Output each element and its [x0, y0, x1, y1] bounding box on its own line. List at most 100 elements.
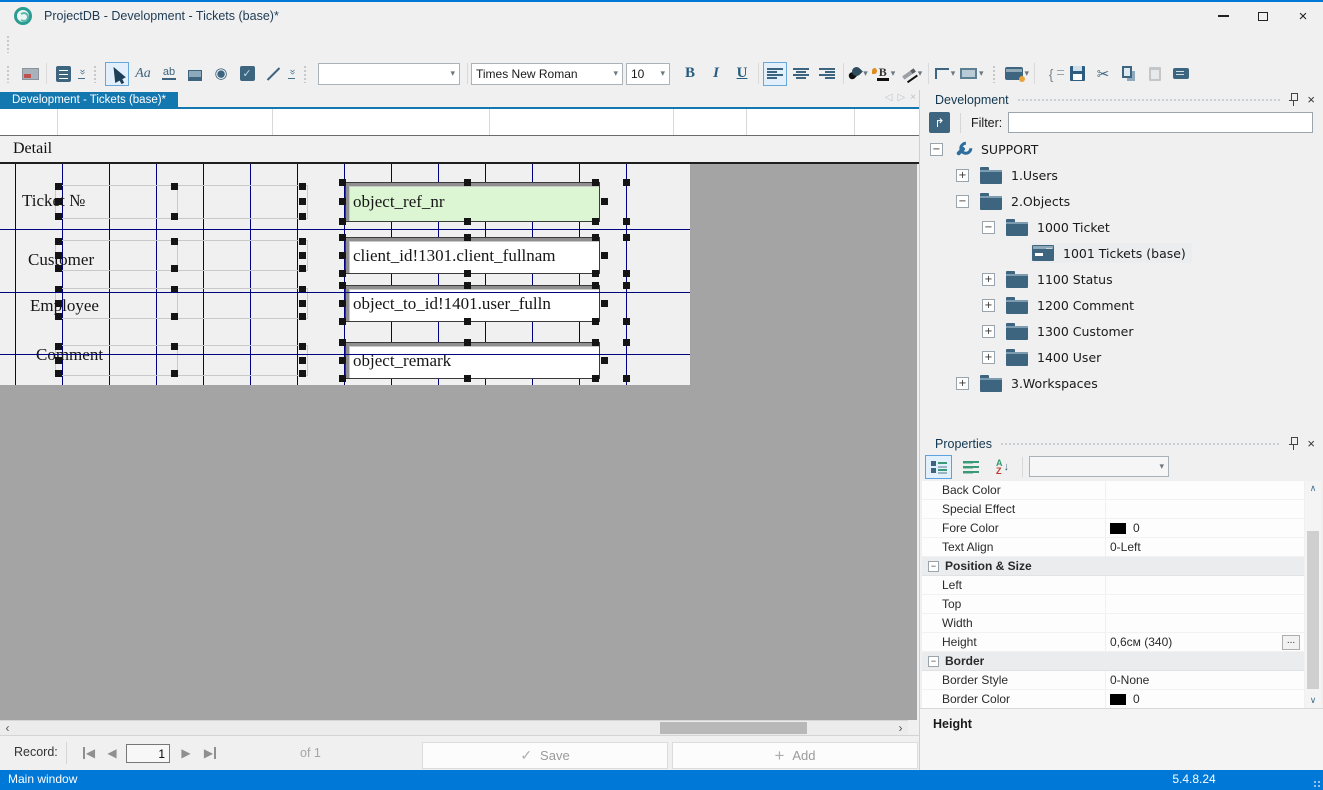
selection-handle[interactable] — [299, 343, 306, 350]
column-header-cell[interactable] — [747, 109, 855, 135]
selection-handle[interactable] — [592, 318, 599, 325]
selection-handle[interactable] — [299, 252, 306, 259]
category-toggle[interactable]: − — [928, 656, 939, 667]
forms-tool-button[interactable] — [51, 62, 75, 86]
field-control[interactable]: object_to_id!1401.user_fulln — [345, 285, 600, 322]
column-header-cell[interactable] — [0, 109, 58, 135]
property-row[interactable]: Back Color — [922, 481, 1304, 500]
selection-handle[interactable] — [464, 375, 471, 382]
next-record-button[interactable]: ▶ — [177, 743, 195, 763]
paste-button[interactable] — [1143, 62, 1167, 86]
selection-handle[interactable] — [601, 357, 608, 364]
selection-handle[interactable] — [601, 300, 608, 307]
image-tool-button[interactable] — [18, 62, 42, 86]
column-header-cell[interactable] — [58, 109, 273, 135]
scroll-up-button[interactable]: ∧ — [1305, 481, 1321, 496]
selection-handle[interactable] — [623, 270, 630, 277]
highlight-button[interactable]: ▾ — [900, 62, 924, 86]
tree-item[interactable]: + 1.Users — [920, 162, 1320, 188]
property-row[interactable]: Height 0,6см (340) ... — [922, 633, 1304, 652]
selection-handle[interactable] — [299, 183, 306, 190]
align-right-button[interactable] — [815, 62, 839, 86]
cut-button[interactable]: ✂ — [1091, 62, 1115, 86]
tree-item[interactable]: 1001 Tickets (base) — [920, 240, 1320, 266]
pin-icon[interactable] — [1289, 437, 1298, 450]
underline-button[interactable]: U — [730, 62, 754, 86]
panel-drag-area[interactable] — [1000, 442, 1281, 447]
property-row[interactable]: Top — [922, 595, 1304, 614]
grid-cell[interactable] — [55, 345, 178, 376]
selection-handle[interactable] — [339, 375, 346, 382]
comment-button[interactable] — [1169, 62, 1193, 86]
selection-handle[interactable] — [339, 252, 346, 259]
grid-cell[interactable] — [55, 240, 178, 271]
selection-handle[interactable] — [339, 282, 346, 289]
selection-handle[interactable] — [299, 238, 306, 245]
save-record-button[interactable]: ✓Save — [422, 742, 668, 769]
scrollbar-thumb[interactable] — [660, 722, 807, 734]
selection-handle[interactable] — [55, 238, 62, 245]
selection-handle[interactable] — [592, 375, 599, 382]
form-designer-canvas[interactable]: Ticket № object_ref_nr Customer client_i… — [0, 164, 917, 720]
selection-handle[interactable] — [592, 282, 599, 289]
radio-tool-button[interactable]: ◉ — [209, 62, 233, 86]
selection-handle[interactable] — [339, 218, 346, 225]
horizontal-scrollbar[interactable]: ‹ › — [0, 720, 908, 735]
align-center-button[interactable] — [789, 62, 813, 86]
scroll-left-button[interactable]: ‹ — [0, 721, 15, 735]
selection-handle[interactable] — [339, 198, 346, 205]
grid-cell[interactable] — [177, 345, 308, 376]
grid-cell[interactable] — [177, 185, 308, 219]
grid-cell[interactable] — [177, 240, 308, 271]
property-row[interactable]: Border Color 0 — [922, 690, 1304, 709]
last-record-button[interactable]: ▶ — [199, 743, 221, 763]
tree-toggle[interactable]: + — [982, 351, 995, 364]
toolbar-grip[interactable] — [93, 65, 98, 83]
field-control[interactable]: client_id!1301.client_fullnam — [345, 237, 600, 274]
column-header-cell[interactable] — [273, 109, 490, 135]
close-icon[interactable]: × — [1307, 437, 1315, 450]
goto-object-button[interactable]: ↱ — [929, 112, 950, 133]
selection-handle[interactable] — [339, 357, 346, 364]
selection-handle[interactable] — [55, 252, 62, 259]
tree-toggle[interactable]: + — [982, 299, 995, 312]
font-size-combo[interactable]: 10▾ — [626, 63, 670, 85]
property-row[interactable]: Text Align 0-Left — [922, 538, 1304, 557]
save-button[interactable] — [1065, 62, 1089, 86]
selection-handle[interactable] — [623, 375, 630, 382]
scrollbar-thumb[interactable] — [1307, 531, 1319, 689]
selection-handle[interactable] — [592, 270, 599, 277]
select-tool-button[interactable] — [105, 62, 129, 86]
category-toggle[interactable]: − — [928, 561, 939, 572]
selection-handle[interactable] — [299, 313, 306, 320]
field-label[interactable]: Customer — [28, 250, 94, 270]
toolbar-grip[interactable] — [303, 65, 308, 83]
pin-icon[interactable] — [1289, 93, 1298, 106]
selection-handle[interactable] — [171, 370, 178, 377]
selection-handle[interactable] — [623, 282, 630, 289]
selection-handle[interactable] — [623, 339, 630, 346]
tree-toggle[interactable]: + — [982, 325, 995, 338]
properties-scrollbar[interactable]: ∧ ∨ — [1305, 481, 1321, 708]
selection-handle[interactable] — [623, 234, 630, 241]
selection-handle[interactable] — [339, 270, 346, 277]
panel-drag-area[interactable] — [1017, 98, 1282, 103]
tab-prev-icon[interactable]: ◁ — [885, 92, 893, 103]
tree-item[interactable]: + 1200 Comment — [920, 292, 1320, 318]
selection-handle[interactable] — [171, 343, 178, 350]
tree-item[interactable]: + 1400 User — [920, 344, 1320, 370]
selection-handle[interactable] — [299, 265, 306, 272]
ellipsis-editor-button[interactable]: ... — [1282, 635, 1300, 650]
categorized-view-button[interactable] — [925, 455, 952, 479]
record-number-input[interactable] — [126, 744, 170, 763]
selection-handle[interactable] — [339, 234, 346, 241]
selection-handle[interactable] — [55, 265, 62, 272]
toolbar-overflow-button[interactable]: » — [288, 68, 295, 79]
property-row[interactable]: −Position & Size — [922, 557, 1304, 576]
selection-handle[interactable] — [299, 300, 306, 307]
form-settings-button[interactable]: ▾ — [1004, 62, 1031, 86]
selection-handle[interactable] — [55, 300, 62, 307]
selection-handle[interactable] — [623, 318, 630, 325]
line-tool-button[interactable] — [261, 62, 285, 86]
selection-handle[interactable] — [299, 213, 306, 220]
